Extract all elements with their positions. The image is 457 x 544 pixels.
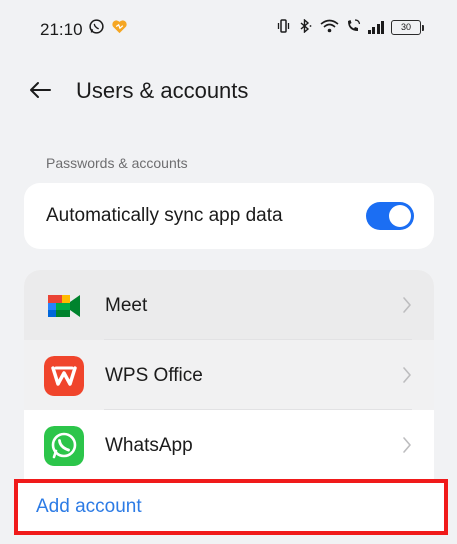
account-name-wps-office: WPS Office [105,365,203,386]
bluetooth-icon [298,18,313,36]
google-meet-icon [44,286,84,326]
sync-setting-card[interactable]: Automatically sync app data [24,183,434,249]
back-button[interactable] [22,74,58,110]
battery-icon: 30 [391,20,424,35]
chevron-right-icon [402,296,412,314]
status-left-icons [88,18,128,40]
wps-office-icon [44,356,84,396]
account-row-meet[interactable]: Meet [24,270,434,340]
toggle-knob [389,205,411,227]
section-label-passwords-accounts: Passwords & accounts [46,155,188,171]
chevron-right-icon [402,366,412,384]
chevron-right-icon [402,436,412,454]
sync-toggle-switch[interactable] [366,202,414,230]
status-right-icons: 30 [276,18,424,36]
account-name-meet: Meet [105,295,148,316]
back-arrow-icon [28,80,52,105]
heart-notification-icon [111,19,128,39]
account-row-wps-office[interactable]: WPS Office [24,340,434,410]
whatsapp-status-icon [88,18,105,40]
add-account-button[interactable]: Add account [14,479,448,535]
bottom-strip [0,535,457,544]
account-name-whatsapp: WhatsApp [105,435,193,456]
account-row-whatsapp[interactable]: WhatsApp [24,410,434,480]
volte-call-icon [346,19,361,36]
accounts-list: Meet WPS Office WhatsApp [24,270,434,481]
signal-icon [367,21,384,34]
status-bar: 21:10 30 [0,0,457,60]
wifi-icon [319,19,339,36]
vibrate-icon [276,19,291,36]
sync-setting-label: Automatically sync app data [46,205,283,226]
whatsapp-icon [44,426,84,466]
status-time: 21:10 [40,20,83,39]
page-title: Users & accounts [76,78,249,103]
add-account-label: Add account [36,496,142,517]
app-header: Users & accounts [0,60,457,120]
